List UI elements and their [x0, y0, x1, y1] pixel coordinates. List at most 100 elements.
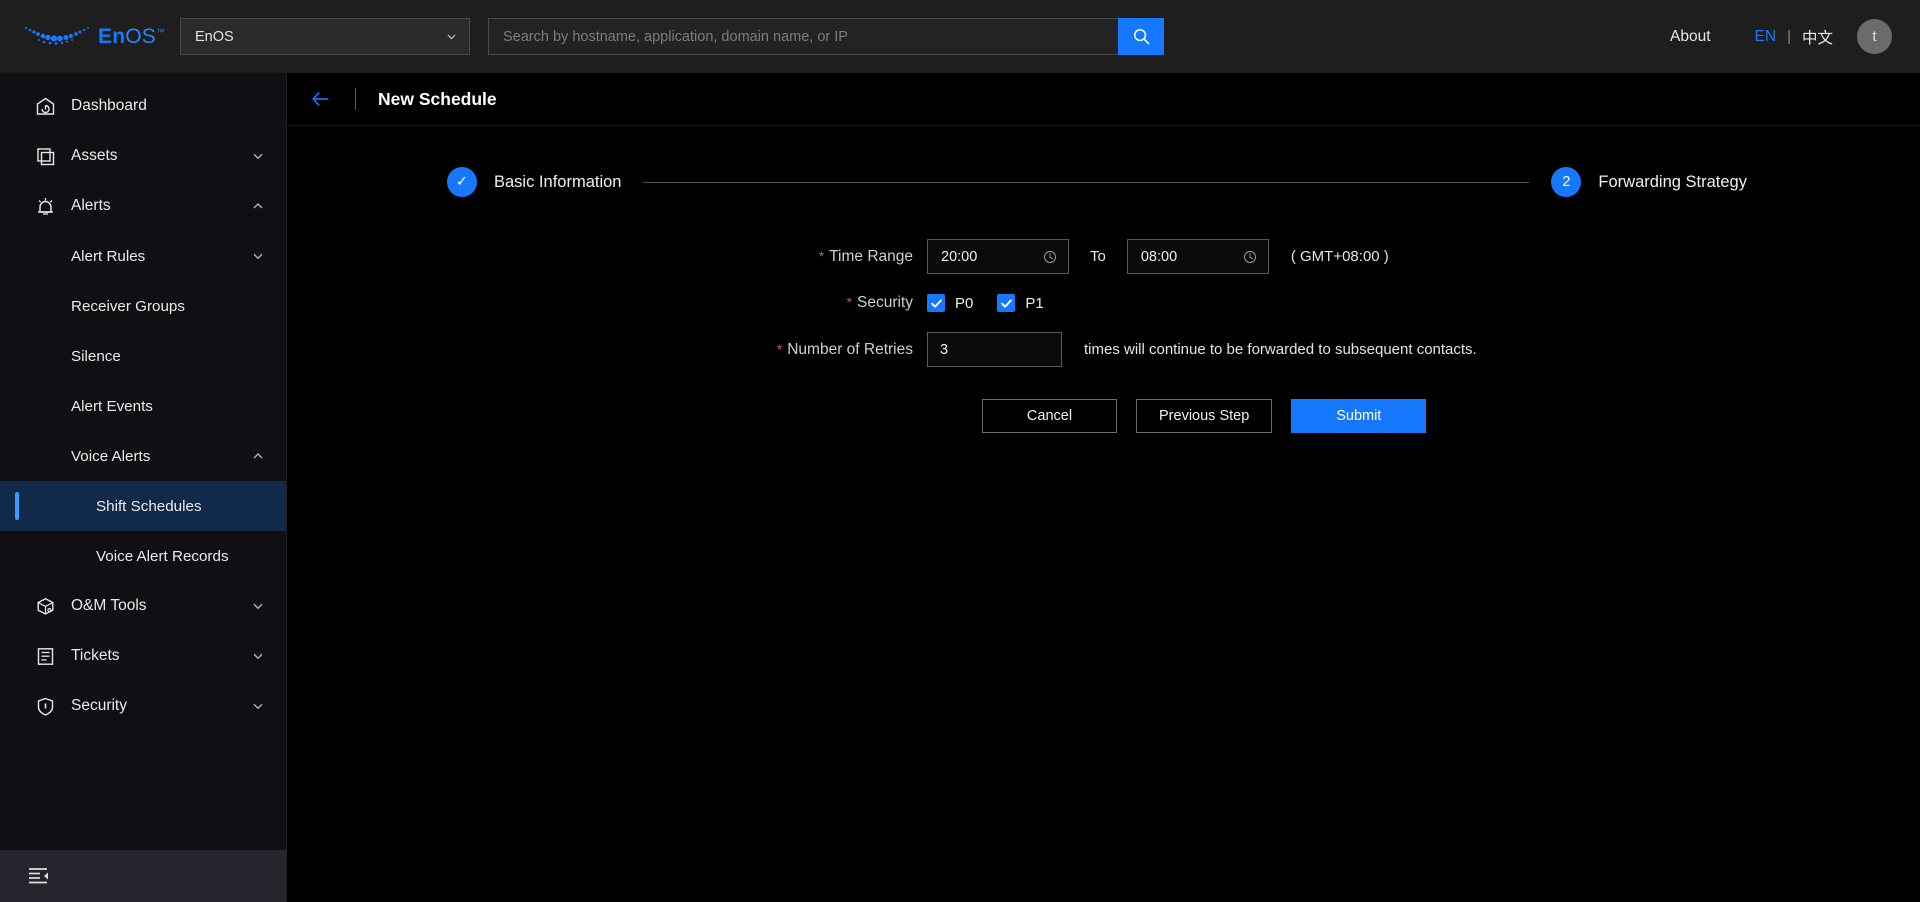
sidebar-item-tickets[interactable]: Tickets [0, 631, 286, 681]
checkbox-p0[interactable]: P0 [927, 294, 973, 312]
security-label-text: Security [857, 294, 913, 311]
chevron-down-icon [253, 603, 263, 610]
sidebar-item-assets[interactable]: Assets [0, 131, 286, 181]
language-zh-link[interactable]: 中文 [1802, 26, 1833, 48]
search-input[interactable] [488, 18, 1118, 55]
chevron-down-icon [253, 153, 263, 160]
top-header: EnOS™ EnOS About EN | 中文 t [0, 0, 1920, 73]
enos-logo-icon [24, 26, 89, 45]
chevron-down-icon [447, 34, 456, 40]
clock-icon [1044, 250, 1056, 263]
sidebar-item-receiver-groups[interactable]: Receiver Groups [0, 281, 286, 331]
retries-label-text: Number of Retries [787, 340, 913, 358]
check-icon [930, 298, 942, 308]
step-1-bullet-glyph: ✓ [455, 174, 469, 190]
brand-logo[interactable]: EnOS™ [0, 0, 180, 73]
sidebar-item-alert-rules[interactable]: Alert Rules [0, 231, 286, 281]
page-title: New Schedule [378, 88, 497, 109]
previous-step-button[interactable]: Previous Step [1136, 399, 1273, 433]
retries-input[interactable] [927, 332, 1062, 367]
sidebar-item-label: Dashboard [71, 97, 147, 114]
sidebar-item-label: Voice Alert Records [96, 547, 229, 565]
retries-label: * Number of Retries [287, 341, 927, 359]
clock-icon [1243, 250, 1256, 263]
step-basic-information[interactable]: ✓ Basic Information [447, 167, 621, 197]
search-icon [1133, 28, 1149, 45]
global-search [488, 18, 1164, 55]
cancel-button[interactable]: Cancel [982, 399, 1117, 433]
sidebar-item-label: Assets [71, 147, 118, 164]
avatar[interactable]: t [1857, 19, 1892, 54]
sidebar-item-label: Receiver Groups [71, 297, 185, 315]
step-2-bullet-glyph: 2 [1562, 174, 1571, 190]
time-range-required-mark: * [818, 247, 825, 264]
step-1-label: Basic Information [494, 172, 622, 191]
time-range-to-label: To [1090, 248, 1106, 265]
retries-hint-text: times will continue to be forwarded to s… [1084, 341, 1477, 358]
sidebar-item-alert-events[interactable]: Alert Events [0, 381, 286, 431]
time-range-start-input[interactable]: 20:00 [927, 239, 1069, 274]
header-divider [355, 88, 356, 110]
search-button[interactable] [1118, 18, 1164, 55]
assets-icon [37, 147, 55, 165]
about-link[interactable]: About [1670, 28, 1711, 46]
chevron-up-icon [253, 203, 263, 209]
chevron-down-icon [253, 703, 263, 710]
page-header: New Schedule [287, 73, 1920, 126]
app-selector-value: EnOS [195, 28, 234, 45]
time-range-label: * Time Range [287, 248, 927, 266]
menu-collapse-icon [29, 868, 48, 884]
language-separator: | [1787, 28, 1791, 45]
logo-text-light: OS [125, 24, 156, 48]
step-forwarding-strategy[interactable]: 2 Forwarding Strategy [1551, 167, 1747, 197]
sidebar-item-o-m-tools[interactable]: O&M Tools [0, 581, 286, 631]
avatar-initial: t [1872, 28, 1877, 45]
tools-icon [37, 597, 54, 615]
sidebar-item-label: O&M Tools [71, 597, 147, 614]
submit-button[interactable]: Submit [1291, 399, 1427, 433]
dashboard-icon [36, 97, 55, 115]
main-content: New Schedule ✓ Basic Information 2 Forwa… [287, 73, 1920, 902]
form-actions: Cancel Previous Step Submit [287, 399, 1920, 433]
form-row-time-range: * Time Range 20:00 To 08:00 ( GMT+08:00 ) [287, 239, 1920, 274]
security-required-mark: * [846, 294, 852, 310]
checkbox-p1-box [997, 294, 1016, 312]
form-row-retries: *Number of Retries times will continue t… [287, 332, 1920, 367]
sidebar-item-alerts[interactable]: Alerts [0, 181, 286, 231]
language-en-link[interactable]: EN [1755, 28, 1777, 46]
checkbox-p0-label: P0 [955, 294, 974, 312]
form-row-security: * Security P0 P1 [287, 294, 1920, 312]
check-icon [1000, 298, 1012, 308]
sidebar-item-label: Alerts [71, 197, 111, 214]
app-selector[interactable]: EnOS [180, 18, 470, 55]
header-actions: About EN | 中文 t [1670, 19, 1920, 54]
sidebar-item-label: Alert Events [71, 397, 153, 415]
sidebar-item-silence[interactable]: Silence [0, 331, 286, 381]
sidebar-item-label: Voice Alerts [71, 447, 151, 465]
chevron-down-icon [253, 253, 263, 260]
timezone-label: ( GMT+08:00 ) [1290, 248, 1389, 265]
sidebar-item-shift-schedules[interactable]: Shift Schedules [0, 481, 286, 531]
chevron-down-icon [253, 653, 263, 660]
checkbox-p1[interactable]: P1 [997, 294, 1044, 312]
sidebar-item-security[interactable]: Security [0, 681, 286, 731]
sidebar-item-voice-alert-records[interactable]: Voice Alert Records [0, 531, 286, 581]
back-arrow-icon[interactable] [310, 88, 332, 110]
checkbox-p1-label: P1 [1025, 294, 1044, 312]
sidebar-item-label: Silence [71, 347, 121, 365]
sidebar-item-label: Security [71, 697, 127, 714]
stepper-connector-line [643, 181, 1530, 183]
logo-trademark: ™ [156, 26, 166, 37]
sidebar-collapse-button[interactable] [0, 850, 287, 902]
security-checkbox-group: P0 P1 [927, 294, 1068, 312]
time-range-end-input[interactable]: 08:00 [1126, 239, 1269, 274]
time-range-label-text: Time Range [829, 247, 913, 265]
step-2-bullet: 2 [1551, 167, 1582, 197]
sidebar-item-voice-alerts[interactable]: Voice Alerts [0, 431, 286, 481]
logo-wordmark: EnOS™ [98, 25, 165, 49]
sidebar-nav: Dashboard Assets Alerts Alert Rules Receiver… [0, 73, 286, 849]
sidebar-item-label: Alert Rules [71, 247, 146, 265]
sidebar-item-dashboard[interactable]: Dashboard [0, 81, 286, 131]
time-range-start-value: 20:00 [941, 248, 978, 265]
step-2-label: Forwarding Strategy [1598, 172, 1747, 191]
